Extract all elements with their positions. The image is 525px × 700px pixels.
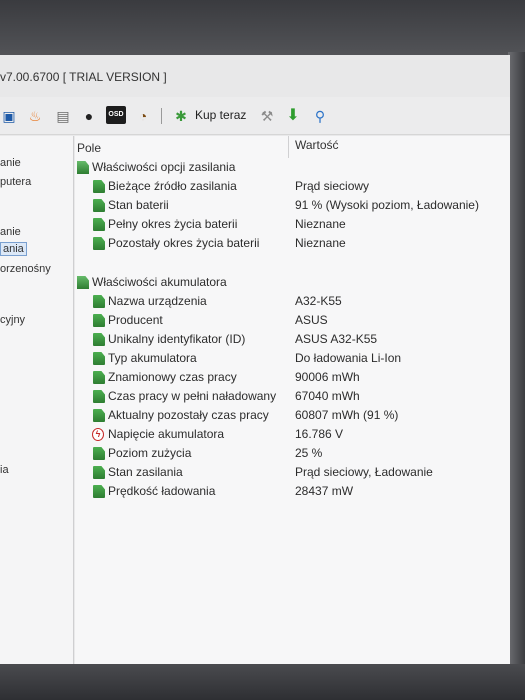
- field-value: 60807 mWh (91 %): [295, 408, 399, 422]
- field-label: Stan zasilania: [108, 465, 183, 479]
- field-value: Do ładowania Li-Ion: [295, 351, 402, 365]
- field-value: 16.786 V: [295, 427, 344, 441]
- field-label: Aktualny pozostały czas pracy: [108, 408, 269, 422]
- buy-now-button[interactable]: Kup teraz: [195, 108, 246, 122]
- leaf-icon: [93, 466, 105, 479]
- table-row[interactable]: Poziom zużycia 25 %: [75, 445, 510, 463]
- field-label: Producent: [108, 313, 163, 327]
- battery-section-icon: [77, 161, 89, 174]
- table-row[interactable]: Czas pracy w pełni naładowany 67040 mWh: [75, 388, 510, 406]
- leaf-icon: [93, 218, 105, 231]
- field-value: Prąd sieciowy: [295, 179, 370, 193]
- leaf-icon: [93, 314, 105, 327]
- field-value: ASUS A32-K55: [295, 332, 378, 346]
- table-row[interactable]: Producent ASUS: [75, 312, 510, 330]
- leaf-icon: [93, 180, 105, 193]
- table-row[interactable]: Aktualny pozostały czas pracy 60807 mWh …: [75, 407, 510, 425]
- sidebar-item[interactable]: anie: [0, 226, 21, 238]
- field-label: Unikalny identyfikator (ID): [108, 332, 246, 346]
- field-value: 25 %: [295, 446, 323, 460]
- sidebar-item[interactable]: ia: [0, 464, 9, 476]
- sidebar-item[interactable]: cyjny: [0, 314, 25, 326]
- section-row[interactable]: Właściwości akumulatora: [75, 274, 510, 292]
- sidebar-tree: anie putera anie ania orzenośny cyjny ia: [0, 136, 74, 667]
- tools-icon[interactable]: ⚒: [258, 107, 276, 125]
- sidebar-item[interactable]: anie: [0, 157, 21, 169]
- field-value: A32-K55: [295, 294, 342, 308]
- column-header-field[interactable]: Pole: [77, 141, 101, 155]
- field-label: Bieżące źródło zasilania: [108, 179, 237, 193]
- field-value: Nieznane: [295, 217, 346, 231]
- field-label: Napięcie akumulatora: [108, 427, 225, 441]
- field-value: ASUS: [295, 313, 328, 327]
- app-window: v7.00.6700 [ TRIAL VERSION ] ▣ ♨ ▤ ● OSD…: [0, 55, 510, 667]
- field-label: Prędkość ładowania: [108, 484, 216, 498]
- field-value: Nieznane: [295, 236, 346, 250]
- monitor-bezel-bottom: [0, 664, 525, 700]
- field-label: Pozostały okres życia baterii: [108, 236, 260, 250]
- column-header-value[interactable]: Wartość: [295, 138, 339, 152]
- table-row[interactable]: Nazwa urządzenia A32-K55: [75, 293, 510, 311]
- cart-icon[interactable]: ✱: [172, 107, 190, 125]
- table-row[interactable]: ϟ Napięcie akumulatora 16.786 V: [75, 426, 510, 444]
- leaf-icon: [93, 447, 105, 460]
- toolbar: ▣ ♨ ▤ ● OSD ◔ ✱ Kup teraz ⚒ ⬇ ⚲: [0, 97, 510, 135]
- computer-icon[interactable]: ▣: [0, 107, 18, 125]
- column-divider[interactable]: [288, 136, 289, 158]
- section-row[interactable]: Właściwości opcji zasilania: [75, 159, 510, 177]
- gauge-icon[interactable]: ◔: [134, 107, 152, 125]
- window-title: v7.00.6700 [ TRIAL VERSION ]: [0, 70, 167, 84]
- download-icon[interactable]: ⬇: [284, 107, 302, 125]
- leaf-icon: [93, 371, 105, 384]
- table-row[interactable]: Pozostały okres życia baterii Nieznane: [75, 235, 510, 253]
- flame-icon[interactable]: ♨: [26, 107, 44, 125]
- field-label: Nazwa urządzenia: [108, 294, 207, 308]
- leaf-icon: [93, 485, 105, 498]
- leaf-icon: [93, 390, 105, 403]
- monitor-bezel-right: [508, 52, 525, 672]
- section-title: Właściwości opcji zasilania: [92, 160, 236, 174]
- leaf-icon: [93, 199, 105, 212]
- sidebar-item[interactable]: orzenośny: [0, 263, 51, 275]
- sidebar-item[interactable]: putera: [0, 176, 31, 188]
- field-label: Poziom zużycia: [108, 446, 192, 460]
- voltage-warning-icon: ϟ: [92, 428, 104, 441]
- details-table: Pole Wartość Właściwości opcji zasilania…: [75, 136, 510, 667]
- leaf-icon: [93, 333, 105, 346]
- table-row[interactable]: Unikalny identyfikator (ID) ASUS A32-K55: [75, 331, 510, 349]
- title-bar: v7.00.6700 [ TRIAL VERSION ]: [0, 55, 510, 97]
- table-row[interactable]: Znamionowy czas pracy 90006 mWh: [75, 369, 510, 387]
- table-row[interactable]: Pełny okres życia baterii Nieznane: [75, 216, 510, 234]
- section-title: Właściwości akumulatora: [92, 275, 227, 289]
- monitor-bezel-top: [0, 0, 525, 62]
- battery-section-icon: [77, 276, 89, 289]
- osd-icon[interactable]: OSD: [106, 106, 126, 124]
- table-row[interactable]: Stan baterii 91 % (Wysoki poziom, Ładowa…: [75, 197, 510, 215]
- report-icon[interactable]: ▤: [54, 107, 72, 125]
- leaf-icon: [93, 409, 105, 422]
- field-label: Pełny okres życia baterii: [108, 217, 238, 231]
- table-row[interactable]: Prędkość ładowania 28437 mW: [75, 483, 510, 501]
- field-label: Czas pracy w pełni naładowany: [108, 389, 277, 403]
- field-value: 90006 mWh: [295, 370, 360, 384]
- user-icon[interactable]: ●: [80, 107, 98, 125]
- field-value: Prąd sieciowy, Ładowanie: [295, 465, 433, 479]
- field-label: Stan baterii: [108, 198, 169, 212]
- table-row[interactable]: Stan zasilania Prąd sieciowy, Ładowanie: [75, 464, 510, 482]
- field-value: 28437 mW: [295, 484, 354, 498]
- field-label: Typ akumulatora: [108, 351, 197, 365]
- leaf-icon: [93, 237, 105, 250]
- field-value: 91 % (Wysoki poziom, Ładowanie): [295, 198, 479, 212]
- sidebar-item-selected[interactable]: ania: [0, 242, 27, 256]
- leaf-icon: [93, 352, 105, 365]
- table-row[interactable]: Typ akumulatora Do ładowania Li-Ion: [75, 350, 510, 368]
- field-label: Znamionowy czas pracy: [108, 370, 237, 384]
- toolbar-separator: [161, 108, 162, 124]
- leaf-icon: [93, 295, 105, 308]
- field-value: 67040 mWh: [295, 389, 360, 403]
- table-row[interactable]: Bieżące źródło zasilania Prąd sieciowy: [75, 178, 510, 196]
- search-icon[interactable]: ⚲: [311, 107, 329, 125]
